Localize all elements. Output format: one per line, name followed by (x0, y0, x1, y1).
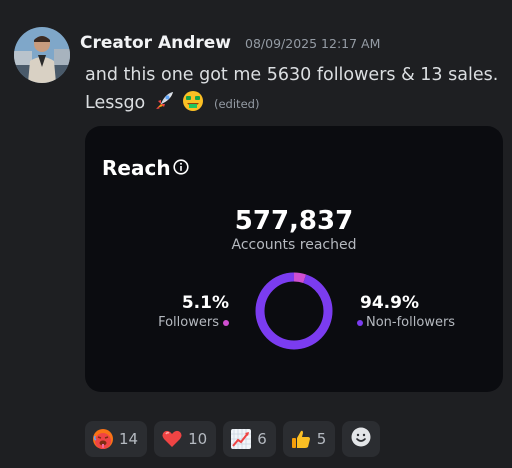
info-icon[interactable] (173, 159, 189, 179)
followers-dot (223, 319, 229, 326)
non-followers-dot (357, 319, 363, 326)
message-line-2-text: Lessgo (85, 93, 146, 113)
reaction-red-heart[interactable]: 10 (154, 421, 217, 457)
avatar[interactable] (14, 27, 70, 83)
message-header: Creator Andrew 08/09/2025 12:17 AM (80, 33, 380, 53)
reaction-count: 6 (257, 430, 267, 448)
non-followers-label: Non-followers (366, 315, 456, 330)
accounts-reached-value: 577,837 (234, 206, 354, 236)
donut-slice-non-followers (255, 272, 333, 350)
reaction-count: 5 (316, 430, 327, 448)
card-title: Reach (102, 156, 171, 180)
non-followers-legend: Non-followers (357, 315, 455, 330)
red-heart-emoji (161, 428, 183, 450)
message-text: and this one got me 5630 followers & 13 … (85, 61, 505, 121)
reaction-thumbs-up[interactable]: 5 (282, 421, 336, 457)
followers-legend: Followers (158, 315, 229, 330)
money-mouth-face-emoji (182, 90, 204, 121)
followers-percent: 5.1% (181, 293, 229, 313)
message-line-2: Lessgo (edited) (85, 89, 505, 121)
reaction-chart-increasing[interactable]: 6 (223, 421, 276, 457)
reach-donut-chart (255, 272, 333, 350)
non-followers-percent: 94.9% (360, 293, 419, 313)
reaction-count: 14 (119, 430, 139, 448)
followers-label: Followers (158, 315, 219, 330)
chart-increasing-emoji (230, 428, 252, 450)
reaction-hot-face[interactable]: 14 (85, 421, 148, 457)
hot-face-emoji (92, 428, 114, 450)
message-line-1: and this one got me 5630 followers & 13 … (85, 65, 499, 85)
add-reaction-button[interactable] (342, 421, 381, 457)
edited-label: (edited) (214, 97, 260, 111)
accounts-reached-label: Accounts reached (231, 237, 357, 253)
reach-card[interactable]: Reach 577,837 Accounts reached 5.1% Foll… (85, 126, 503, 392)
smiley-add-icon (350, 426, 372, 452)
message-timestamp: 08/09/2025 12:17 AM (245, 36, 381, 51)
reaction-count: 10 (188, 430, 208, 448)
reactions-bar: 14 10 6 5 (85, 421, 381, 457)
rocket-emoji (153, 90, 175, 121)
thumbs-up-emoji (290, 428, 312, 450)
author-name[interactable]: Creator Andrew (80, 33, 231, 53)
